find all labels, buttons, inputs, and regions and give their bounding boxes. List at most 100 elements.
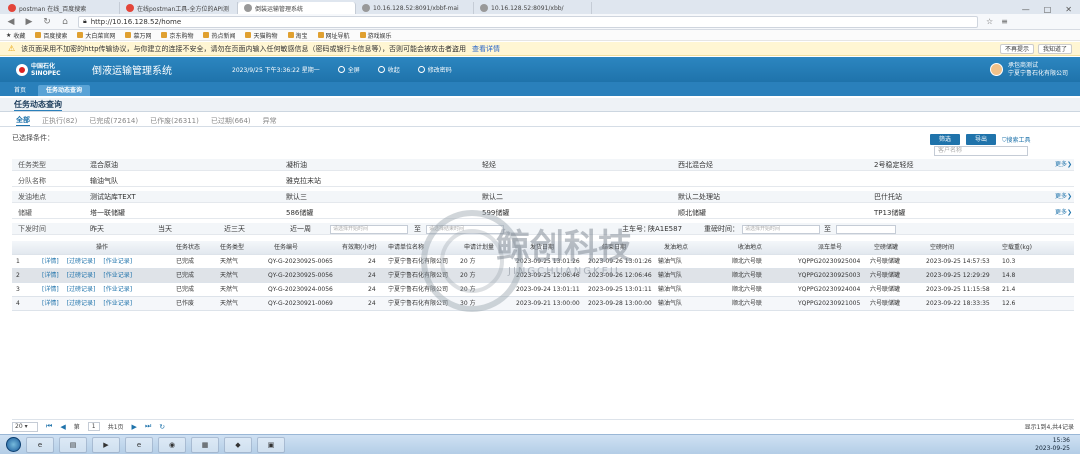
taskbar-app-icon[interactable]: ◉	[158, 436, 186, 453]
bookmark-item[interactable]: ★ 收藏	[6, 31, 25, 40]
prev-page-icon[interactable]: ◀	[60, 423, 65, 431]
filter-tab-running[interactable]: 正执行(82)	[42, 116, 77, 126]
detail-link[interactable]: [详情]	[42, 286, 59, 293]
url-input[interactable]: 🔒︎ http://10.16.128.52/home	[78, 15, 978, 28]
column-header[interactable]: 操作	[96, 241, 108, 255]
condition-option[interactable]: 凝析油	[286, 159, 307, 171]
detail-link[interactable]: [详情]	[42, 300, 59, 307]
weigh-record-link[interactable]: [过磅记录]	[67, 258, 96, 265]
condition-option[interactable]: 默认二	[482, 191, 503, 203]
table-row[interactable]: 1 [详情] [过磅记录] [作业记录] 已完成 天然气 QY-G-20230925-006…	[12, 255, 1074, 269]
condition-option[interactable]: 586储罐	[286, 207, 313, 219]
issue-start-time-input[interactable]: 请选择开始时间	[330, 225, 408, 234]
taskbar-app-icon[interactable]: ▣	[257, 436, 285, 453]
column-header[interactable]: 结束日期	[602, 241, 626, 255]
taskbar-app-icon[interactable]: ◆	[224, 436, 252, 453]
work-record-link[interactable]: [作业记录]	[103, 258, 132, 265]
browser-tab-0[interactable]: postman 在线_百度搜索	[2, 2, 120, 14]
condition-option[interactable]: TP13储罐	[874, 207, 905, 219]
fullscreen-button[interactable]: 全屏	[337, 65, 360, 74]
work-record-link[interactable]: [作业记录]	[103, 286, 132, 293]
maximize-icon[interactable]: □	[1044, 5, 1052, 14]
search-tool-button[interactable]: ⛉搜索工具	[1002, 135, 1031, 145]
browser-tab-1[interactable]: 在线postman工具-全方位的API测	[120, 2, 238, 14]
browser-tab-3[interactable]: 10.16.128.52:8091/xbbf-mai	[356, 2, 474, 14]
bookmark-item[interactable]: 网址导航	[317, 31, 350, 40]
minimize-icon[interactable]: —	[1022, 5, 1030, 14]
export-button[interactable]: 导出	[966, 134, 997, 145]
condition-option[interactable]: 599储罐	[482, 207, 509, 219]
change-password-button[interactable]: 修改密码	[417, 65, 452, 74]
tab-task-query[interactable]: 任务动态查询	[38, 85, 91, 96]
condition-option[interactable]: 默认三	[286, 191, 307, 203]
filter-tab-voided[interactable]: 已作废(26311)	[150, 116, 199, 126]
time-option-week[interactable]: 近一周	[290, 223, 311, 235]
column-header[interactable]: 空磅时间	[930, 241, 954, 255]
detail-link[interactable]: [详情]	[42, 258, 59, 265]
column-header[interactable]: 发油地点	[664, 241, 688, 255]
next-page-icon[interactable]: ▶	[132, 423, 137, 431]
bookmark-item[interactable]: 游戏娱乐	[359, 31, 392, 40]
condition-option[interactable]: 测试站库TEXT	[90, 191, 136, 203]
taskbar-app-icon[interactable]: ▦	[191, 436, 219, 453]
column-header[interactable]: 空载重(kg)	[1002, 241, 1032, 255]
filter-tab-abnormal[interactable]: 异常	[263, 116, 277, 126]
got-it-button[interactable]: 我知道了	[1037, 43, 1072, 54]
column-header[interactable]: 空磅储罐	[874, 241, 898, 255]
condition-option[interactable]: 西北混合烃	[678, 159, 713, 171]
column-header[interactable]: 申请单位名称	[388, 241, 424, 255]
column-header[interactable]: 发货日期	[530, 241, 554, 255]
column-header[interactable]: 派车单号	[818, 241, 842, 255]
column-header[interactable]: 任务编号	[274, 241, 298, 255]
forward-icon[interactable]: ▶	[24, 17, 34, 27]
bookmark-item[interactable]: 京东购物	[161, 31, 193, 40]
table-row[interactable]: 3 [详情] [过磅记录] [作业记录] 已完成 天然气 QY-G-20230924-005…	[12, 283, 1074, 297]
taskbar-ie-icon[interactable]: e	[26, 436, 54, 453]
filter-tab-expired[interactable]: 已过期(664)	[211, 116, 251, 126]
taskbar-folder-icon[interactable]: ▤	[59, 436, 87, 453]
issue-end-time-input[interactable]: 请选择结束时间	[426, 225, 504, 234]
start-button[interactable]	[6, 437, 21, 452]
bookmark-item[interactable]: 淘宝	[287, 31, 308, 40]
detail-link[interactable]: [详情]	[42, 272, 59, 279]
condition-option[interactable]: 混合原油	[90, 159, 118, 171]
condition-option[interactable]: 雅克拉末站	[286, 175, 321, 187]
table-row[interactable]: 2 [详情] [过磅记录] [作业记录] 已完成 天然气 QY-G-20230925-005…	[12, 269, 1074, 283]
page-number-input[interactable]: 1	[87, 422, 100, 431]
filter-tab-all[interactable]: 全部	[16, 115, 30, 126]
page-size-select[interactable]: 20 ▾	[12, 421, 38, 432]
dont-remind-button[interactable]: 不再提示	[999, 43, 1034, 54]
condition-option[interactable]: 巴什托站	[874, 191, 902, 203]
more-button[interactable]: 更多❯	[1055, 207, 1072, 219]
filter-tab-completed[interactable]: 已完成(72614)	[89, 116, 138, 126]
warning-details-link[interactable]: 查看详情	[472, 44, 500, 54]
menu-icon[interactable]: ≡	[1001, 17, 1008, 26]
user-info[interactable]: 承包商测试 宁夏宁鲁石化有限公司	[989, 62, 1068, 78]
condition-option[interactable]: 轻烃	[482, 159, 496, 171]
condition-option[interactable]: 顺北储罐	[678, 207, 706, 219]
close-icon[interactable]: ✕	[1065, 5, 1072, 14]
column-header[interactable]: 申请计划量	[464, 241, 494, 255]
star-icon[interactable]: ☆	[986, 17, 993, 26]
last-page-icon[interactable]: ⏭	[145, 422, 151, 431]
more-button[interactable]: 更多❯	[1055, 191, 1072, 203]
column-header[interactable]: 收油地点	[738, 241, 762, 255]
filter-button[interactable]: 筛选	[930, 134, 961, 145]
weigh-record-link[interactable]: [过磅记录]	[67, 300, 96, 307]
time-option-3days[interactable]: 近三天	[224, 223, 245, 235]
weigh-record-link[interactable]: [过磅记录]	[67, 286, 96, 293]
refresh-icon[interactable]: ↻	[42, 17, 52, 27]
bookmark-item[interactable]: 慕万网	[125, 31, 151, 40]
plate-input[interactable]: 陕A1E587	[648, 223, 682, 235]
refresh-icon[interactable]: ↻	[159, 423, 165, 431]
more-button[interactable]: 更多❯	[1055, 159, 1072, 171]
collapse-button[interactable]: 收起	[377, 65, 400, 74]
work-record-link[interactable]: [作业记录]	[103, 272, 132, 279]
condition-option[interactable]: 塔一联储罐	[90, 207, 125, 219]
bookmark-item[interactable]: 天猫购物	[245, 31, 278, 40]
work-record-link[interactable]: [作业记录]	[103, 300, 132, 307]
condition-option[interactable]: 输油气队	[90, 175, 118, 187]
time-option-yesterday[interactable]: 昨天	[90, 223, 104, 235]
weigh-record-link[interactable]: [过磅记录]	[67, 272, 96, 279]
home-icon[interactable]: ⌂	[60, 17, 70, 27]
